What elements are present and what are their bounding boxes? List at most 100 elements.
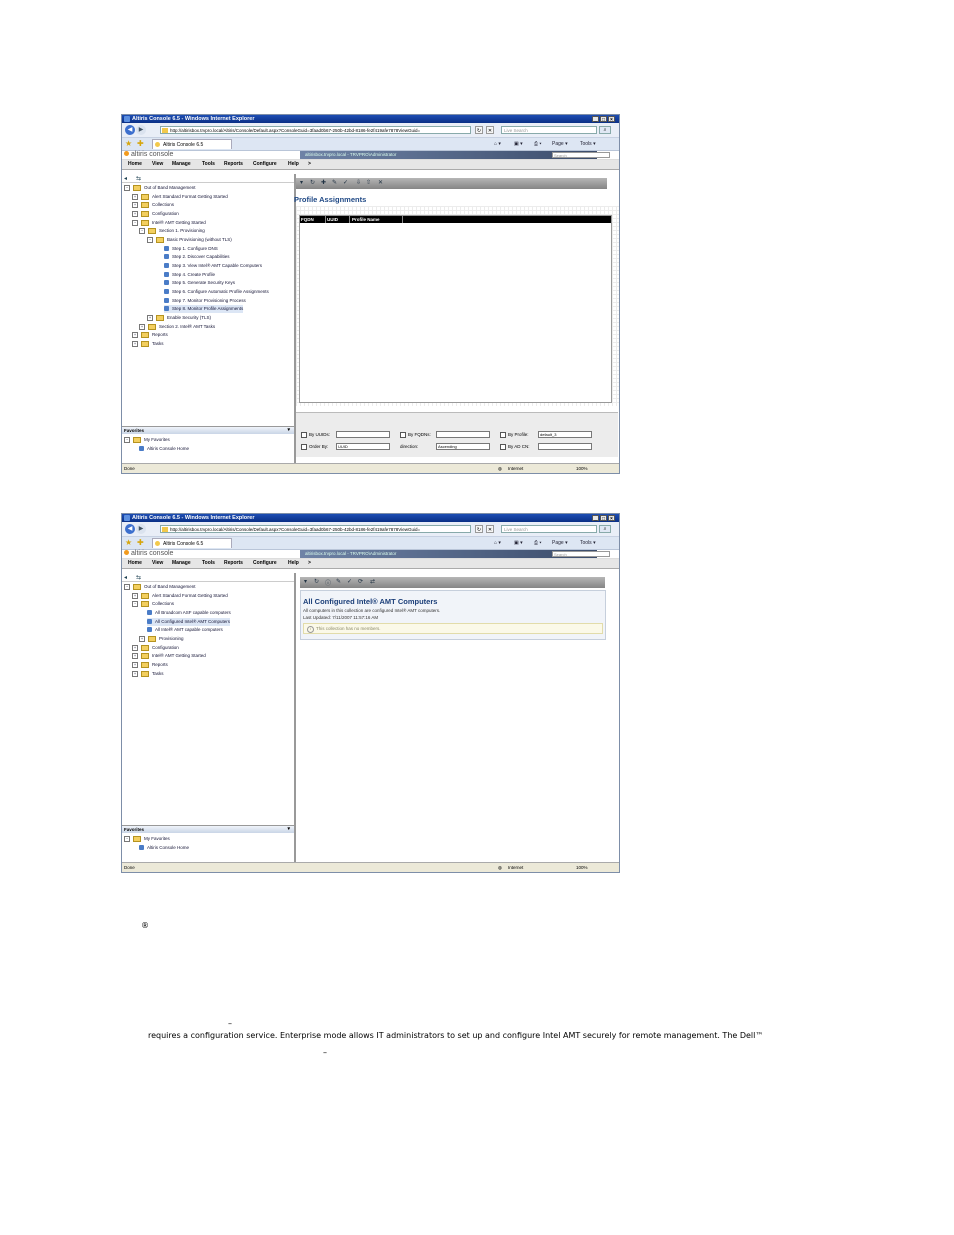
favorites-star-icon[interactable]: ★: [125, 140, 133, 148]
refresh-icon[interactable]: ↻: [310, 179, 315, 186]
properties-icon[interactable]: ✓: [343, 179, 348, 186]
chevron-down-icon[interactable]: ▾: [287, 427, 290, 434]
menu-more[interactable]: >: [308, 560, 311, 567]
filter-order[interactable]: Order By:: [301, 443, 328, 450]
filter-fqdn[interactable]: By FQDNs:: [400, 431, 431, 438]
status-zoom[interactable]: 100%: [576, 863, 588, 872]
feeds-icon[interactable]: ▣ ▾: [514, 540, 523, 546]
tree-node[interactable]: − Section 1. Provisioning: [139, 227, 205, 235]
status-zoom[interactable]: 100%: [576, 464, 588, 473]
menu-help[interactable]: Help: [288, 161, 299, 168]
tree-node[interactable]: − Basic Provisioning (without TLS): [147, 236, 232, 244]
menu-reports[interactable]: Reports: [224, 560, 243, 567]
tree-node[interactable]: + Intel® AMT Getting Started: [132, 652, 206, 660]
collapse-icon[interactable]: ◂: [124, 175, 127, 182]
home-icon[interactable]: ⌂ ▾: [494, 540, 501, 546]
close-button[interactable]: ×: [608, 515, 615, 522]
chevron-down-icon[interactable]: ▾: [287, 826, 290, 833]
delete-icon[interactable]: ✕: [378, 179, 383, 186]
tree-node[interactable]: Step 3. View Intel® AMT Capable Computer…: [164, 262, 262, 270]
menu-view[interactable]: View: [152, 560, 163, 567]
tree-node[interactable]: Step 7. Monitor Provisioning Process: [164, 297, 246, 305]
tree-node[interactable]: − Intel® AMT Getting Started: [132, 219, 206, 227]
menu-configure[interactable]: Configure: [253, 560, 277, 567]
tree-node[interactable]: + Enable Security (TLS): [147, 314, 211, 322]
feeds-icon[interactable]: ▣ ▾: [514, 141, 523, 147]
tree-node[interactable]: + Configuration: [132, 210, 179, 218]
menu-configure[interactable]: Configure: [253, 161, 277, 168]
refresh-icon[interactable]: ↻: [475, 126, 483, 134]
uuid-input[interactable]: [336, 431, 390, 438]
tree-node[interactable]: + Reports: [132, 331, 168, 339]
checkbox[interactable]: [400, 431, 406, 438]
print-icon[interactable]: ⎙ ▾: [534, 141, 542, 147]
info-icon[interactable]: ⓘ: [325, 578, 331, 587]
console-search-input[interactable]: Search: [552, 551, 610, 557]
col-uuid[interactable]: UUID: [326, 216, 350, 223]
close-button[interactable]: ×: [608, 116, 615, 123]
favorites-header[interactable]: Favorites ▾: [122, 826, 294, 833]
stop-icon[interactable]: ✕: [486, 525, 494, 533]
print-icon[interactable]: ⎙ ▾: [534, 540, 542, 546]
tree-node[interactable]: − Out of Band Management: [124, 583, 196, 591]
profile-select[interactable]: default_3: [538, 431, 592, 438]
checkbox[interactable]: [301, 431, 307, 438]
order-select[interactable]: UUID: [336, 443, 390, 450]
tree-node[interactable]: + Provisioning: [139, 635, 184, 643]
menu-manage[interactable]: Manage: [172, 161, 191, 168]
tree-node[interactable]: Step 6. Configure Automatic Profile Assi…: [164, 288, 269, 296]
filter-icon[interactable]: ▾: [304, 578, 307, 585]
col-fqdn[interactable]: FQDN: [300, 216, 326, 223]
checkbox[interactable]: [500, 431, 506, 438]
tree-node[interactable]: + Alert Standard Format Getting Started: [132, 592, 228, 600]
tree-node[interactable]: + Alert Standard Format Getting Started: [132, 193, 228, 201]
menu-manage[interactable]: Manage: [172, 560, 191, 567]
menu-tools[interactable]: Tools: [202, 560, 215, 567]
filter-uuid[interactable]: By UUIDs:: [301, 431, 330, 438]
tree-node[interactable]: All Intel® AMT capable computers: [147, 626, 223, 634]
filter-ad[interactable]: By AD CN:: [500, 443, 530, 450]
minimize-button[interactable]: _: [592, 116, 599, 123]
fav-my-favorites[interactable]: − My Favorites: [124, 436, 170, 444]
sync-collection-icon[interactable]: ⇄: [370, 578, 375, 585]
page-menu[interactable]: Page ▾: [552, 141, 568, 147]
maximize-button[interactable]: □: [600, 515, 607, 522]
new-icon[interactable]: ✚: [321, 179, 326, 186]
ad-input[interactable]: [538, 443, 592, 450]
minimize-button[interactable]: _: [592, 515, 599, 522]
back-icon[interactable]: ◀: [125, 125, 135, 135]
forward-icon[interactable]: ▶: [136, 524, 146, 534]
tree-node[interactable]: All Broadcom ASF capable computers: [147, 609, 231, 617]
favorites-star-icon[interactable]: ★: [125, 539, 133, 547]
tools-icon[interactable]: ✓: [347, 578, 352, 585]
sync-icon[interactable]: ⇆: [136, 574, 141, 581]
collapse-icon[interactable]: ◂: [124, 574, 127, 581]
tree-node[interactable]: Step 4. Create Profile: [164, 271, 215, 279]
refresh-icon[interactable]: ↻: [314, 578, 319, 585]
stop-icon[interactable]: ✕: [486, 126, 494, 134]
tree-node[interactable]: − Out of Band Management: [124, 184, 196, 192]
tree-node[interactable]: Step 1. Configure DNS: [164, 245, 218, 253]
tools-menu[interactable]: Tools ▾: [580, 141, 596, 147]
tree-node[interactable]: + Configuration: [132, 644, 179, 652]
tab-altiris-console[interactable]: Altiris Console 6.5: [152, 538, 232, 548]
refresh-icon[interactable]: ↻: [475, 525, 483, 533]
tree-node[interactable]: + Tasks: [132, 670, 164, 678]
checkbox[interactable]: [301, 443, 307, 450]
tree-node[interactable]: Step 2. Discover Capabilities: [164, 253, 230, 261]
tree-node-selected[interactable]: All Configured Intel® AMT Computers: [147, 618, 231, 626]
checkbox[interactable]: [500, 443, 506, 450]
import-icon[interactable]: ⇩: [356, 179, 361, 186]
live-search-input[interactable]: Live Search: [501, 126, 597, 134]
tree-node[interactable]: − Collections: [132, 600, 174, 608]
update-icon[interactable]: ⟳: [358, 578, 363, 585]
menu-view[interactable]: View: [152, 161, 163, 168]
url-field[interactable]: http://altirisbox.trvpro.local/Altiris/C…: [160, 126, 471, 134]
favorites-header[interactable]: Favorites ▾: [122, 427, 294, 434]
fav-console-home[interactable]: Altiris Console Home: [139, 844, 189, 852]
col-profile-name[interactable]: Profile Name: [351, 216, 403, 223]
menu-home[interactable]: Home: [128, 560, 142, 567]
menu-home[interactable]: Home: [128, 161, 142, 168]
tree-node[interactable]: + Tasks: [132, 340, 164, 348]
edit-icon[interactable]: ✎: [332, 179, 337, 186]
